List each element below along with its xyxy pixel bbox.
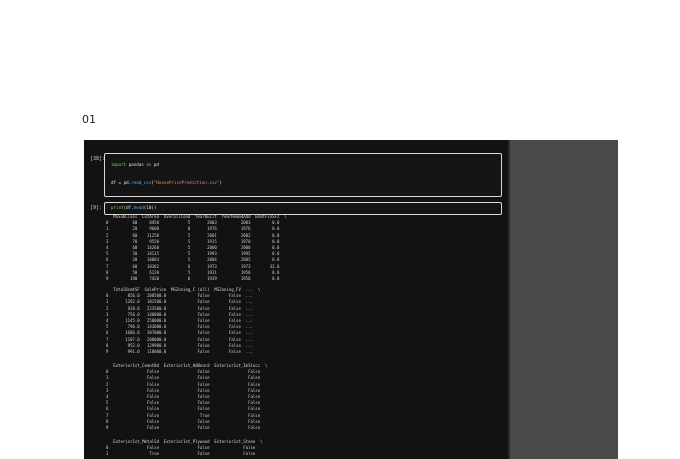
code-token: head bbox=[133, 205, 144, 210]
page-number: 01 bbox=[82, 113, 96, 126]
code-token: "HousePricePrediction.csv" bbox=[153, 180, 220, 185]
output-block-4: Exterior1st_MetalSd Exterior1st_Plywood … bbox=[106, 439, 263, 458]
cell-prompt-1: [38]: bbox=[90, 156, 106, 162]
output-row: 1 False False False bbox=[106, 375, 261, 381]
code-token: read_csv bbox=[131, 180, 152, 185]
output-row: 2 920.0 223500.0 False False ... bbox=[106, 305, 253, 311]
code-cell-1[interactable]: import pandas as pd df = pd.read_csv("Hou… bbox=[104, 153, 502, 197]
notebook-area: [38]: import pandas as pd df = pd.read_cs… bbox=[84, 140, 508, 459]
output-block-2: TotalBsmtSF SalePrice MSZoning_C (all) M… bbox=[106, 287, 260, 355]
output-row: 9 False False False bbox=[106, 425, 261, 431]
notebook-screenshot: [38]: import pandas as pd df = pd.read_cs… bbox=[84, 140, 618, 459]
output-row: 6 20 10084 5 2004 2005 0.0 bbox=[106, 257, 280, 263]
output-row: 1 1262.0 181500.0 False False ... bbox=[106, 299, 253, 305]
code-token: pandas bbox=[126, 162, 147, 167]
code-token: (df. bbox=[123, 205, 134, 210]
code-token: print bbox=[111, 205, 124, 210]
output-row: 7 60 10382 6 1973 1973 32.0 bbox=[106, 263, 280, 269]
output-row: 9 991.0 118000.0 False False ... bbox=[106, 349, 253, 355]
output-row: 7 1107.0 200000.0 False False ... bbox=[106, 336, 253, 342]
output-row: 9 190 7420 6 1939 1950 0.0 bbox=[106, 276, 280, 282]
code-token: (10)) bbox=[143, 205, 157, 210]
output-row: 7 False True False bbox=[106, 412, 261, 418]
output-block-1: MSSubClass LotArea OverallCond YearBuilt… bbox=[106, 214, 287, 282]
cell-prompt-2: [9]: bbox=[90, 205, 103, 211]
output-row: 2 False False False bbox=[106, 381, 261, 387]
output-row: 6 False False False bbox=[106, 406, 261, 412]
code-line: import pandas as pd bbox=[111, 162, 159, 167]
output-block-3: Exterior1st_CemntBd Exterior1st_HdBoard … bbox=[106, 363, 267, 431]
code-line: df = pd.read_csv("HousePricePrediction.c… bbox=[111, 180, 222, 185]
code-token: pd bbox=[151, 162, 159, 167]
output-row: 1 True False False bbox=[106, 451, 256, 457]
output-row: 2 60 11250 5 2001 2002 0.0 bbox=[106, 232, 280, 238]
code-token: df = pd. bbox=[111, 180, 132, 185]
code-token: import bbox=[111, 162, 127, 167]
output-row: 6 1686.0 307000.0 False False ... bbox=[106, 330, 253, 336]
code-token: ) bbox=[219, 180, 222, 185]
output-row: 1 20 9600 8 1976 1976 0.0 bbox=[106, 226, 280, 232]
panel-divider bbox=[508, 140, 510, 459]
code-line: print(df.head(10)) bbox=[111, 205, 156, 210]
side-panel bbox=[508, 140, 618, 459]
